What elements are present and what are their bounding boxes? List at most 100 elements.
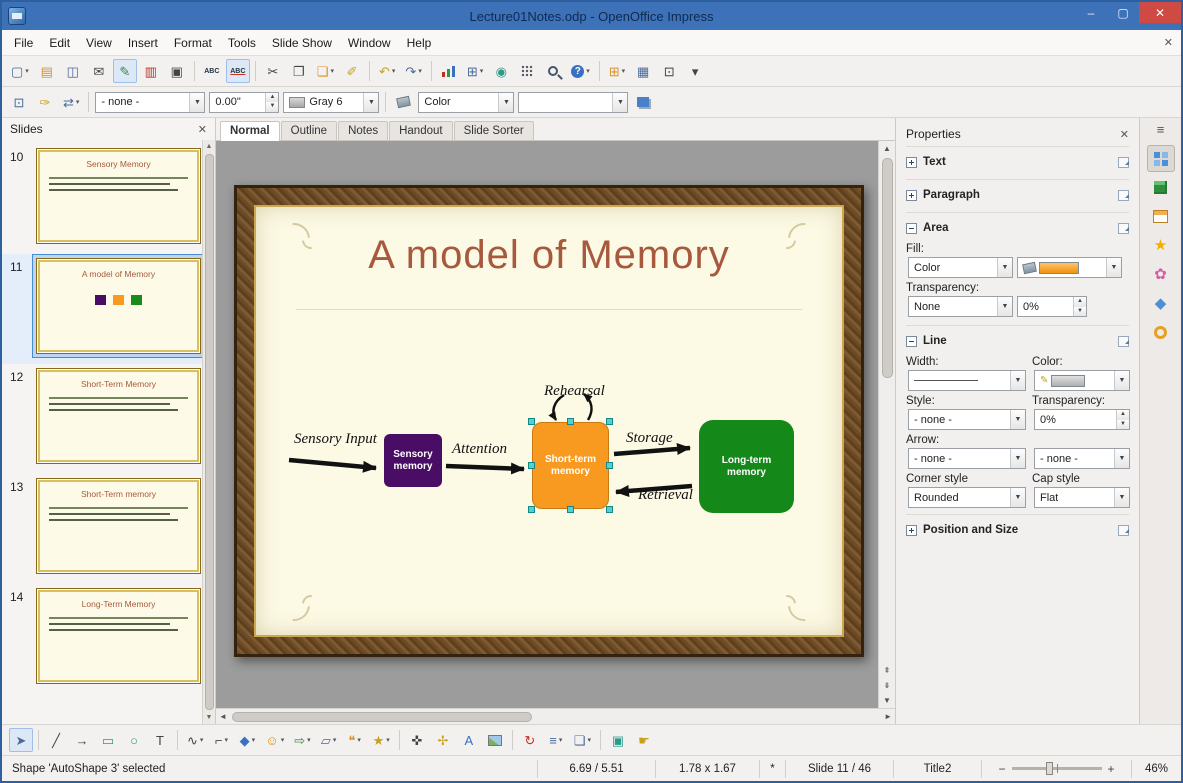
edit-file-icon[interactable]: ✎ (112, 59, 137, 83)
fontwork-icon[interactable]: A (457, 728, 481, 752)
rotate-icon[interactable]: ↻ (518, 728, 542, 752)
sidebar-menu-icon[interactable]: ≡ (1157, 120, 1165, 143)
close-button[interactable]: ✕ (1139, 2, 1181, 23)
selection-handle[interactable] (606, 461, 613, 469)
expand-icon[interactable] (906, 524, 917, 536)
arrow-style-icon[interactable]: ⇄ (59, 90, 83, 114)
menu-window[interactable]: Window (340, 32, 399, 54)
glue-points-icon[interactable]: ✢ (431, 728, 455, 752)
slides-scrollbar[interactable]: ▲ ▼ (202, 140, 215, 724)
menu-tools[interactable]: Tools (220, 32, 264, 54)
scroll-up-icon[interactable]: ▲ (206, 140, 213, 153)
menu-help[interactable]: Help (399, 32, 440, 54)
autospellcheck-icon[interactable]: ABC (225, 59, 250, 83)
properties-close-icon[interactable]: ✕ (1120, 128, 1129, 141)
area-fill-type-select[interactable]: Color ▼ (908, 257, 1013, 278)
short-term-memory-box[interactable]: Short-term memory (528, 418, 613, 513)
arrow-end-select[interactable]: - none - ▼ (1034, 448, 1130, 469)
menu-insert[interactable]: Insert (120, 32, 166, 54)
fill-type-select[interactable]: Color ▼ (418, 91, 515, 113)
arrange-icon[interactable]: ❏ (570, 728, 595, 752)
minimize-button[interactable]: – (1075, 2, 1107, 23)
sidebar-styles-icon[interactable]: ◆ (1147, 290, 1175, 317)
edit-points-icon[interactable]: ⊡ (7, 90, 31, 114)
section-position-size[interactable]: Position and Size (906, 519, 1129, 541)
sidebar-properties-icon[interactable] (1146, 145, 1175, 172)
dialog-launcher-icon[interactable] (1118, 222, 1129, 234)
slides-panel-close-icon[interactable]: ✕ (198, 123, 207, 136)
stars-icon[interactable]: ★ (369, 728, 394, 752)
ellipse-icon[interactable]: ○ (122, 728, 146, 752)
rectangle-icon[interactable]: ▭ (96, 728, 120, 752)
expand-icon[interactable] (906, 156, 917, 168)
open-icon[interactable]: ▤ (35, 59, 59, 83)
line-style-select[interactable]: - none - ▼ (908, 409, 1026, 430)
new-icon[interactable]: ▢ (7, 59, 33, 83)
vertical-scrollbar[interactable]: ▲ ⇞ ⇟ ▼ (878, 141, 895, 708)
line-width-select[interactable]: ▼ (908, 370, 1026, 391)
extrusion-icon[interactable]: ▣ (606, 728, 630, 752)
scroll-down-icon[interactable]: ▼ (880, 693, 894, 708)
undo-icon[interactable]: ↶ (375, 59, 399, 83)
toolbar-options-icon[interactable]: ▾ (683, 59, 707, 83)
callouts-icon[interactable]: ❝ (343, 728, 367, 752)
collapse-icon[interactable] (906, 335, 917, 347)
zoom-icon[interactable] (541, 59, 565, 83)
section-line[interactable]: Line (906, 330, 1129, 352)
label-rehearsal[interactable]: Rehearsal (544, 383, 605, 400)
selection-handle[interactable] (606, 418, 613, 425)
zoom-slider[interactable] (1011, 762, 1102, 775)
zoom-in-icon[interactable]: + (1108, 762, 1115, 776)
email-icon[interactable]: ✉ (87, 59, 111, 83)
close-document-icon[interactable]: ✕ (1164, 36, 1173, 49)
tab-handout[interactable]: Handout (389, 121, 453, 140)
label-storage[interactable]: Storage (626, 430, 673, 447)
scroll-up-icon[interactable]: ▲ (880, 141, 894, 156)
cut-icon[interactable]: ✂ (261, 59, 285, 83)
menu-slide-show[interactable]: Slide Show (264, 32, 340, 54)
section-area[interactable]: Area (906, 217, 1129, 239)
scrollbar-thumb[interactable] (204, 154, 214, 710)
area-fill-color-select[interactable]: ▼ (1017, 257, 1122, 278)
dialog-launcher-icon[interactable] (1118, 156, 1129, 168)
slide-design-icon[interactable]: ▦ (631, 59, 655, 83)
tab-outline[interactable]: Outline (280, 121, 338, 140)
connector-icon[interactable]: ⌐ (209, 728, 233, 752)
tab-slide-sorter[interactable]: Slide Sorter (453, 121, 534, 140)
transparency-type-select[interactable]: None ▼ (908, 296, 1013, 317)
selection-handle[interactable] (566, 506, 574, 513)
horizontal-scrollbar[interactable]: ◄ ► (216, 708, 895, 724)
help-icon[interactable]: ? (567, 59, 594, 83)
section-paragraph[interactable]: Paragraph (906, 184, 1129, 206)
tab-notes[interactable]: Notes (338, 121, 389, 140)
paste-icon[interactable]: ❏ (313, 59, 338, 83)
selection-handle[interactable] (528, 461, 535, 469)
slide-thumbnail[interactable]: A model of Memory (36, 258, 201, 354)
scrollbar-thumb[interactable] (881, 158, 893, 378)
area-style-icon[interactable] (391, 90, 415, 114)
selection-handle[interactable] (566, 418, 574, 425)
shadow-toggle-icon[interactable] (631, 90, 655, 114)
text-icon[interactable]: T (148, 728, 172, 752)
curve-icon[interactable]: ∿ (183, 728, 207, 752)
line-transparency-spinner[interactable]: 0% ▲ ▼ (1034, 409, 1130, 430)
scroll-right-icon[interactable]: ► (881, 709, 895, 724)
alignment-icon[interactable]: ≡ (544, 728, 568, 752)
scroll-left-icon[interactable]: ◄ (216, 709, 230, 724)
tab-normal[interactable]: Normal (220, 121, 280, 141)
sensory-memory-box[interactable]: Sensory memory (384, 434, 442, 487)
redo-icon[interactable]: ↷ (401, 59, 425, 83)
table-icon[interactable]: ⊞ (463, 59, 487, 83)
sidebar-master-pages-icon[interactable] (1147, 203, 1175, 230)
line-color-select[interactable]: Gray 6 ▼ (283, 91, 380, 113)
collapse-icon[interactable] (906, 222, 917, 234)
expand-icon[interactable] (906, 189, 917, 201)
edit-points-icon[interactable]: ✜ (405, 728, 429, 752)
previous-slide-icon[interactable]: ⇞ (881, 663, 894, 678)
interaction-icon[interactable]: ☛ (632, 728, 656, 752)
slide-thumbnail[interactable]: Short-Term Memory (36, 368, 201, 464)
maximize-button[interactable]: ▢ (1107, 2, 1139, 23)
from-file-icon[interactable] (483, 728, 507, 752)
selection-handle[interactable] (606, 506, 613, 513)
dialog-launcher-icon[interactable] (1118, 189, 1129, 201)
